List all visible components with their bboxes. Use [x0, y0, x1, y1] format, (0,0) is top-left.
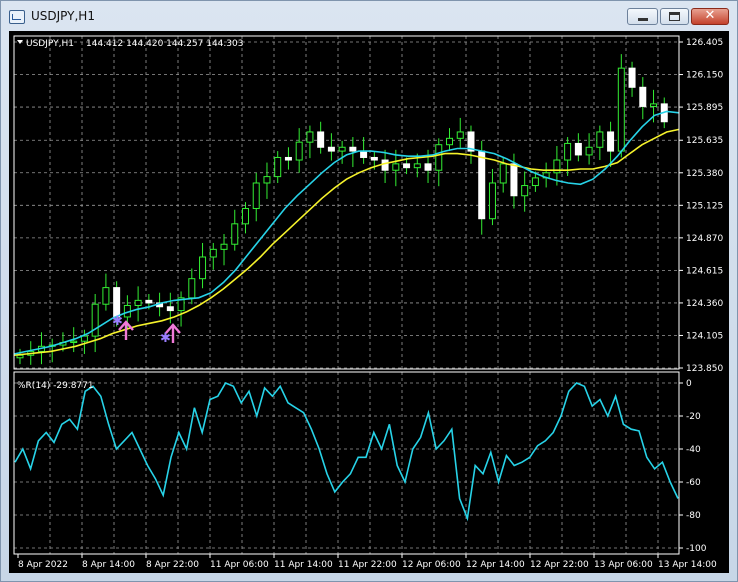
x-axis-label: 8 Apr 22:00	[146, 560, 199, 570]
candle-bearish	[381, 159, 389, 171]
x-axis-label: 13 Apr 06:00	[594, 560, 653, 570]
candle-bullish	[199, 256, 207, 280]
x-axis-label: 11 Apr 06:00	[210, 560, 269, 570]
y-axis-label: 125.380	[686, 169, 723, 179]
indicator-axis-label: -40	[686, 445, 701, 455]
candle-bearish	[370, 156, 378, 161]
candle-bearish	[113, 287, 121, 318]
candle-bearish	[403, 163, 411, 169]
candle-bullish	[564, 142, 572, 161]
indicator-axis-label: -20	[686, 412, 701, 422]
candle-bullish	[585, 146, 593, 156]
x-axis-label: 11 Apr 22:00	[338, 560, 397, 570]
maximize-icon	[669, 12, 680, 21]
minimize-icon	[638, 18, 648, 21]
candle-bearish	[317, 131, 325, 148]
candle-bullish	[413, 163, 421, 169]
chart-area[interactable]: ✱ ✱ 8 Apr 2022 8 Apr 14:00 8 Apr 22:00 11 Ap…	[9, 31, 729, 573]
chart-window-icon	[9, 10, 25, 24]
candle-bullish	[499, 163, 507, 184]
williams-r-line	[14, 381, 679, 522]
candle-bullish	[295, 141, 303, 161]
maximize-button[interactable]	[660, 8, 689, 25]
candle-bullish	[209, 248, 217, 258]
candle-bullish	[231, 223, 239, 245]
candle-bullish	[80, 335, 88, 342]
candle-bullish	[306, 131, 314, 143]
title-bar[interactable]: USDJPY,H1 ✕	[1, 1, 737, 31]
indicator-axis-label: -60	[686, 478, 701, 488]
candle-bullish	[531, 177, 539, 187]
x-axis-label: 8 Apr 14:00	[82, 560, 135, 570]
candle-bullish	[650, 103, 658, 107]
y-axis-label: 124.105	[686, 331, 723, 341]
y-axis-label: 126.405	[686, 38, 723, 48]
close-button[interactable]: ✕	[691, 8, 729, 25]
y-axis-label: 123.850	[686, 364, 723, 374]
candle-bearish	[166, 306, 174, 312]
candle-bullish	[596, 131, 604, 148]
candle-bearish	[424, 163, 432, 171]
y-axis-label: 124.615	[686, 266, 723, 276]
candle-bullish	[91, 303, 99, 337]
indicator-label: %R(14) -29.8771	[17, 381, 94, 391]
candle-bullish	[102, 287, 110, 305]
candle-bearish	[284, 156, 292, 161]
candle-bearish	[607, 131, 615, 152]
indicator-axis-label: -100	[686, 544, 707, 554]
candle-bearish	[510, 163, 518, 197]
x-axis-label: 13 Apr 14:00	[658, 560, 717, 570]
candle-bullish	[521, 185, 529, 197]
candle-bearish	[327, 146, 335, 152]
y-axis-label: 125.125	[686, 201, 723, 211]
candle-bearish	[574, 142, 582, 156]
chart-header-ohlc: 144.412 144.420 144.257 144.303	[86, 39, 243, 49]
candle-bullish	[16, 354, 24, 359]
x-axis-label: 12 Apr 06:00	[402, 560, 461, 570]
y-axis-label: 124.870	[686, 234, 723, 244]
candle-bearish	[628, 67, 636, 88]
close-icon: ✕	[704, 8, 716, 23]
candle-bullish	[338, 146, 346, 152]
chart-window: USDJPY,H1 ✕ ✱ ✱ 8 Apr 2022 8 Apr 14:00 8 Ap…	[0, 0, 738, 582]
indicator-axis-label: -80	[686, 511, 701, 521]
minimize-button[interactable]	[627, 8, 658, 25]
window-title: USDJPY,H1	[31, 9, 95, 23]
x-axis-label: 12 Apr 22:00	[530, 560, 589, 570]
candle-bearish	[478, 150, 486, 220]
candle-bullish	[252, 182, 260, 210]
williams-r-indicator	[14, 381, 679, 522]
candle-bullish	[617, 67, 625, 152]
candle-bullish	[220, 243, 228, 250]
candle-bullish	[263, 176, 271, 184]
candle-bearish	[360, 150, 368, 158]
x-axis-label: 12 Apr 14:00	[466, 560, 525, 570]
candle-bearish	[145, 299, 153, 304]
candle-bearish	[349, 146, 357, 152]
x-axis-label: 8 Apr 2022	[18, 560, 68, 570]
y-axis-label: 125.895	[686, 103, 723, 113]
chart-header-symbol: USDJPY,H1	[26, 39, 74, 49]
candle-bullish	[392, 163, 400, 171]
indicator-axis-label: 0	[686, 379, 692, 389]
y-axis-label: 125.635	[686, 136, 723, 146]
candle-bullish	[70, 340, 78, 343]
chart-canvas[interactable]: ✱✱ 8 Apr 2022 8 Apr 14:00 8 Apr 22:00 11 Ap…	[9, 31, 729, 573]
candle-bullish	[241, 208, 249, 225]
candle-bullish	[435, 144, 443, 171]
candle-bullish	[188, 278, 196, 299]
y-axis-label: 124.360	[686, 299, 723, 309]
candle-bearish	[639, 86, 647, 107]
signal-star-icon: ✱	[160, 331, 171, 346]
candle-bullish	[456, 131, 464, 139]
candle-bullish	[446, 137, 454, 146]
x-axis-label: 11 Apr 14:00	[274, 560, 333, 570]
candle-bullish	[274, 156, 282, 178]
candle-bullish	[134, 299, 142, 306]
y-axis-label: 126.150	[686, 71, 723, 81]
candle-bullish	[488, 182, 496, 220]
